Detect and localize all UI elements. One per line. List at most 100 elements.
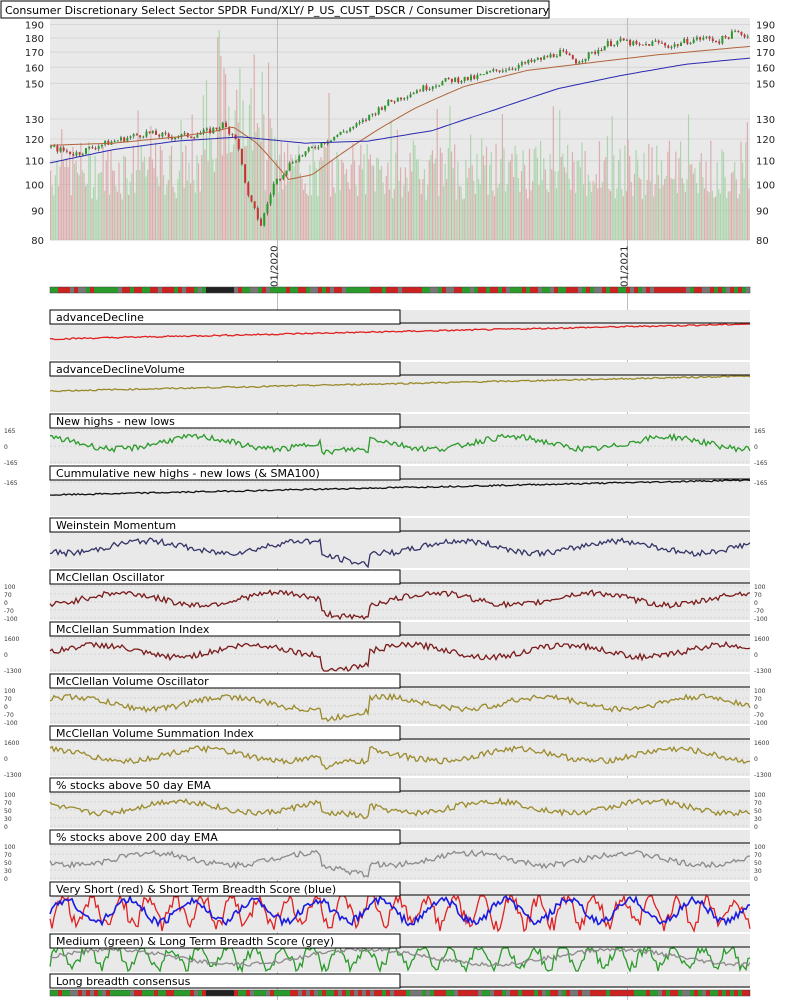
indicator-panel: 100 10070 7050 5030 300 0% stocks above 50 da… xyxy=(4,777,766,831)
candle xyxy=(575,59,577,64)
strip-cell xyxy=(286,990,290,996)
volume-bar xyxy=(65,158,68,240)
volume-bar xyxy=(557,170,559,240)
strip-cell xyxy=(102,990,106,996)
strip-cell xyxy=(238,287,242,293)
indicator-panel: Medium (green) & Long Term Breadth Score… xyxy=(49,933,751,974)
strip-cell xyxy=(650,990,654,996)
strip-cell xyxy=(466,287,470,293)
candle xyxy=(361,119,364,123)
strip-cell xyxy=(578,990,582,996)
panel-y-tick-right: -100 xyxy=(754,720,768,727)
strip-cell xyxy=(234,287,238,293)
volume-bar xyxy=(277,192,279,240)
volume-bar xyxy=(118,162,120,240)
candle xyxy=(279,179,282,181)
volume-bar xyxy=(525,189,527,240)
volume-bar xyxy=(266,159,268,240)
volume-bar xyxy=(104,190,106,240)
volume-bar xyxy=(512,176,515,240)
strip-cell xyxy=(218,287,222,293)
volume-bar xyxy=(322,160,324,240)
strip-cell xyxy=(582,990,586,996)
candle xyxy=(196,134,199,138)
strip-cell xyxy=(86,287,90,293)
volume-bar xyxy=(261,71,263,240)
volume-bar xyxy=(283,152,286,240)
volume-bar xyxy=(411,171,413,240)
volume-bar xyxy=(735,179,737,240)
candle xyxy=(174,137,177,140)
volume-bar xyxy=(700,153,702,240)
candle xyxy=(727,37,730,39)
volume-bar xyxy=(533,148,535,240)
strip-cell xyxy=(662,287,666,293)
strip-cell xyxy=(378,990,382,996)
volume-bar xyxy=(304,183,306,240)
strip-cell xyxy=(482,287,486,293)
strip-cell xyxy=(278,287,282,293)
candle xyxy=(441,81,444,86)
candle xyxy=(629,39,632,46)
strip-cell xyxy=(150,990,154,996)
strip-cell xyxy=(590,990,594,996)
volume-bar xyxy=(83,172,85,240)
candle xyxy=(288,163,291,171)
strip-cell xyxy=(434,990,438,996)
candle xyxy=(298,155,301,162)
strip-cell xyxy=(54,990,58,996)
volume-bar xyxy=(466,177,469,240)
panel-y-tick-right: 30 xyxy=(754,816,762,823)
strip-cell xyxy=(146,990,150,996)
strip-cell xyxy=(706,287,710,293)
strip-cell xyxy=(550,990,554,996)
volume-bar xyxy=(94,155,96,240)
volume-bar xyxy=(412,140,414,240)
strip-cell xyxy=(58,990,62,996)
strip-cell xyxy=(662,990,666,996)
strip-cell xyxy=(298,990,302,996)
x-tick-label: 01/2021 xyxy=(620,245,631,287)
candle xyxy=(505,70,507,72)
candle xyxy=(390,99,393,102)
volume-bar xyxy=(150,125,152,240)
y-tick-label-left: 90 xyxy=(31,207,44,218)
strip-cell xyxy=(658,287,662,293)
strip-cell xyxy=(122,990,126,996)
candle xyxy=(320,142,323,148)
indicator-panel: Long breadth consensus xyxy=(49,973,750,989)
volume-bar xyxy=(571,152,574,240)
volume-bar xyxy=(667,151,669,240)
volume-bar xyxy=(186,180,189,240)
volume-bar xyxy=(544,169,546,240)
strip-cell xyxy=(322,287,326,293)
volume-bar xyxy=(594,183,596,240)
candle xyxy=(476,74,479,79)
volume-bar xyxy=(463,198,465,240)
strip-cell xyxy=(486,990,490,996)
strip-cell xyxy=(414,990,418,996)
strip-cell xyxy=(586,990,590,996)
candle xyxy=(619,38,622,42)
volume-bar xyxy=(633,173,636,240)
y-tick-label-right: 180 xyxy=(756,34,775,45)
volume-bar xyxy=(73,163,76,240)
volume-bar xyxy=(387,162,389,240)
strip-cell xyxy=(734,990,738,996)
strip-cell xyxy=(218,990,222,996)
strip-cell xyxy=(502,990,506,996)
panel-y-tick-left: 100 xyxy=(4,584,16,591)
volume-bar xyxy=(135,170,138,240)
candle xyxy=(667,45,670,48)
strip-cell xyxy=(202,287,206,293)
panel-y-tick-left: 70 xyxy=(4,592,12,599)
panel-y-tick-left: 50 xyxy=(4,860,12,867)
volume-bar xyxy=(112,170,114,240)
volume-bar xyxy=(532,181,534,240)
volume-bar xyxy=(570,189,572,240)
volume-bar xyxy=(742,162,744,240)
volume-bar xyxy=(124,156,126,240)
strip-cell xyxy=(506,287,510,293)
strip-cell xyxy=(494,287,498,293)
candle xyxy=(746,36,749,38)
